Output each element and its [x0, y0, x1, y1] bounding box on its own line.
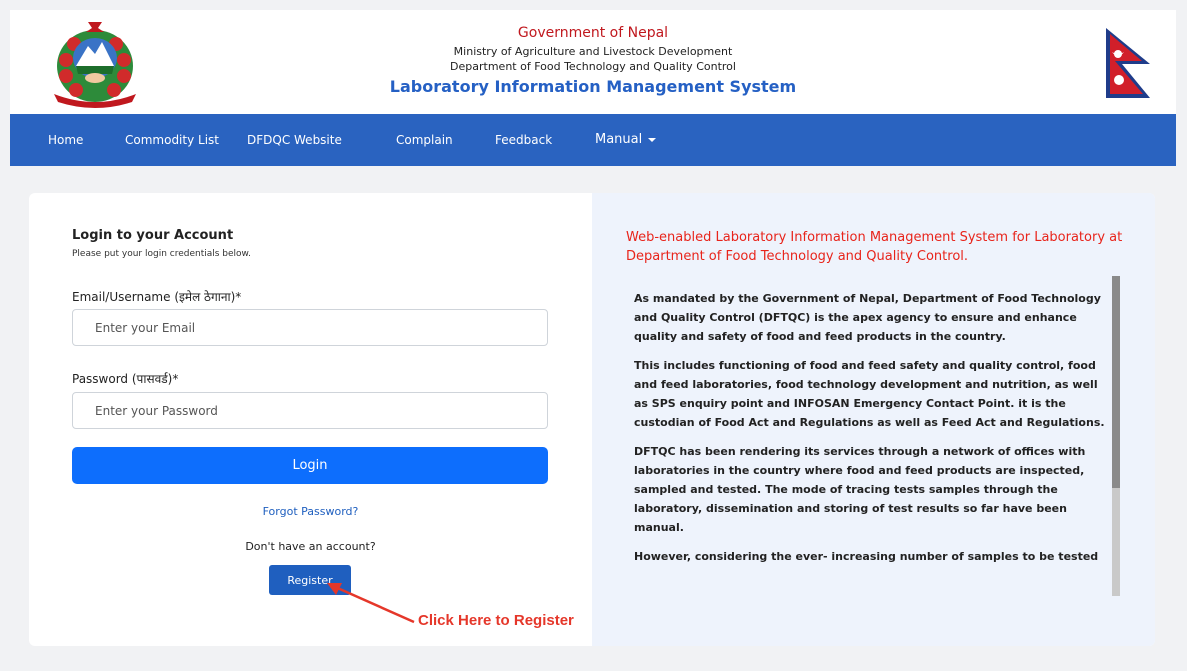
info-paragraph: DFTQC has been rendering its services th… [634, 445, 1086, 534]
info-paragraph: However, considering the ever- increasin… [634, 550, 1099, 563]
annotation-label: Click Here to Register [418, 612, 574, 629]
site-header: Government of Nepal Ministry of Agricult… [10, 10, 1176, 114]
header-titles: Government of Nepal Ministry of Agricult… [10, 24, 1176, 98]
email-label: Email/Username (इमेल ठेगाना)* [72, 290, 242, 304]
info-scrollbar-thumb[interactable] [1112, 276, 1120, 488]
main-navbar: Home Commodity List DFDQC Website Compla… [10, 114, 1176, 166]
nav-home[interactable]: Home [48, 114, 83, 166]
login-subtitle: Please put your login credentials below. [72, 249, 251, 259]
password-input[interactable] [72, 392, 548, 429]
nav-dfdqc-website[interactable]: DFDQC Website [247, 114, 342, 166]
department-title: Department of Food Technology and Qualit… [450, 60, 736, 73]
info-paragraph: This includes functioning of food and fe… [634, 359, 1105, 429]
nav-commodity-list[interactable]: Commodity List [125, 114, 219, 166]
ministry-title: Ministry of Agriculture and Livestock De… [453, 45, 733, 58]
no-account-text: Don't have an account? [245, 540, 376, 553]
government-title: Government of Nepal [517, 25, 669, 41]
email-input[interactable] [72, 309, 548, 346]
system-title: Laboratory Information Management System [389, 77, 797, 96]
password-label: Password (पासवर्ड)* [72, 372, 179, 386]
info-scrollbar[interactable] [1112, 276, 1120, 596]
login-card: Login to your Account Please put your lo… [29, 193, 1155, 646]
login-title: Login to your Account [72, 228, 234, 243]
info-paragraph: As mandated by the Government of Nepal, … [634, 292, 1101, 343]
nav-feedback[interactable]: Feedback [495, 114, 552, 166]
login-button[interactable]: Login [72, 447, 548, 484]
info-heading: Web-enabled Laboratory Information Manag… [626, 230, 1123, 264]
nav-manual-label: Manual [595, 132, 643, 147]
info-panel: Web-enabled Laboratory Information Manag… [592, 193, 1155, 646]
nepal-flag-icon [1106, 28, 1150, 98]
forgot-password-link[interactable]: Forgot Password? [29, 505, 592, 518]
nav-manual-dropdown[interactable]: Manual [595, 114, 657, 166]
caret-down-icon [648, 137, 657, 142]
nav-complain[interactable]: Complain [396, 114, 453, 166]
info-description: As mandated by the Government of Nepal, … [634, 289, 1106, 595]
register-button[interactable]: Register [269, 565, 351, 595]
